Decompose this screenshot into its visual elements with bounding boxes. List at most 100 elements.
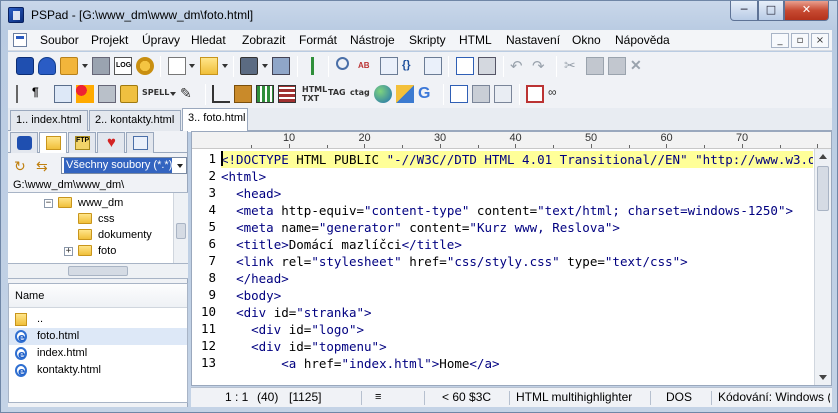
undo-icon[interactable]: ↶ [510,57,528,75]
tab-foto[interactable]: 3.. foto.html [182,108,248,132]
copy-icon[interactable] [586,57,604,75]
pilcrow-icon[interactable]: ¶ [32,85,50,103]
code-line[interactable]: <div id="stranka"> [221,304,813,321]
menu-soubor[interactable]: Soubor [40,33,79,47]
project-dropdown-icon[interactable] [82,64,88,68]
menu-zobrazit[interactable]: Zobrazit [242,33,285,47]
spell-dropdown-icon[interactable] [170,92,176,96]
open-project-icon[interactable] [38,57,56,75]
google-icon[interactable]: G [418,85,436,103]
delete-icon[interactable]: ✕ [630,57,648,75]
scroll-down-arrow-icon[interactable] [819,375,827,380]
collapse-icon[interactable]: − [44,199,53,208]
tree-item-css[interactable]: css [78,211,168,227]
lock-icon[interactable] [120,85,138,103]
open-file-icon[interactable] [200,57,218,75]
ctag-icon[interactable]: ctag [350,88,370,97]
new-file-dropdown-icon[interactable] [189,64,195,68]
panel-tab-project[interactable] [10,132,38,153]
word-wrap-icon[interactable] [54,85,72,103]
code-line[interactable]: <!DOCTYPE HTML PUBLIC "-//W3C//DTD HTML … [221,151,813,168]
save-project-icon[interactable] [60,57,78,75]
menu-html[interactable]: HTML [459,33,492,47]
editor-vertical-scrollbar[interactable] [814,149,831,385]
code-line[interactable]: <title>Domácí mazlíčci</title> [221,236,813,253]
minimize-button[interactable]: ─ [730,1,758,21]
clipboard-icon[interactable] [98,85,116,103]
validator-icon[interactable] [396,85,414,103]
tree-horizontal-scrollbar[interactable] [8,264,188,279]
wrap-indicator-icon[interactable]: ≡ [375,388,381,408]
encoding[interactable]: Kódování: Windows (CP 1250) [718,388,830,408]
panel-tab-clips[interactable] [126,132,154,153]
tab-index[interactable]: 1.. index.html [10,110,88,131]
file-row-index[interactable]: index.html [9,345,187,363]
table-icon[interactable] [256,85,274,103]
menu-nastroje[interactable]: Nástroje [350,33,395,47]
close-project-icon[interactable] [92,57,110,75]
text-tools-icon[interactable]: ✎ [180,85,198,103]
box-icon[interactable] [234,85,252,103]
align-icon[interactable] [16,85,24,103]
color-table-icon[interactable] [278,85,296,103]
code-line[interactable]: <head> [221,185,813,202]
menu-okno[interactable]: Okno [572,33,601,47]
mdi-restore-button[interactable]: ▫ [791,33,809,48]
tag-icon[interactable]: TAG [328,88,346,97]
preview-icon[interactable] [456,57,474,75]
code-line[interactable]: <link rel="stylesheet" href="css/styly.c… [221,253,813,270]
scroll-thumb[interactable] [817,166,829,211]
globe-icon[interactable] [374,85,392,103]
column-header-name[interactable]: Name [9,284,187,308]
mdi-close-button[interactable]: × [811,33,829,48]
find-icon[interactable] [336,57,349,70]
refresh-icon[interactable]: ↻ [14,158,30,174]
save-all-icon[interactable] [272,57,290,75]
goto-line-icon[interactable] [424,57,442,75]
menu-napoveda[interactable]: Nápověda [615,33,670,47]
branch-icon[interactable] [304,57,322,75]
spell-check-icon[interactable]: SPELL [142,88,169,97]
menu-skripty[interactable]: Skripty [409,33,446,47]
settings-gear-icon[interactable] [136,57,154,75]
tree-item-www-dm[interactable]: − www_dm [44,195,164,211]
code-editor[interactable]: 10 20 30 40 50 60 70 1 2 3 4 5 6 7 8 9 10 11 12 13 <!DOCTY… [191,131,832,386]
code-line[interactable]: <a href="index.html">Home</a> [221,355,813,372]
file-row-kontakty[interactable]: kontakty.html [9,362,187,380]
html-to-text-icon[interactable]: HTML TXT [302,85,327,103]
code-line[interactable]: <body> [221,287,813,304]
menu-projekt[interactable]: Projekt [91,33,128,47]
tree-item-foto[interactable]: + foto [64,243,164,259]
tree-item-dokumenty[interactable]: dokumenty [78,227,168,243]
mdi-minimize-button[interactable]: _ [771,33,789,48]
tab-kontakty[interactable]: 2.. kontakty.html [89,110,181,131]
panel-tab-files[interactable] [39,132,67,153]
tree-vertical-scrollbar[interactable] [173,193,188,263]
file-row-parent[interactable]: .. [9,311,187,328]
save-dropdown-icon[interactable] [262,64,268,68]
cut-icon[interactable]: ✂ [564,57,582,75]
panel-tab-favorites[interactable]: ♥ [97,132,125,153]
run-icon[interactable] [450,85,468,103]
code-line[interactable]: <html> [221,168,813,185]
panel-tab-ftp[interactable]: FTP [68,132,96,153]
monitor-icon[interactable] [494,85,512,103]
menu-format[interactable]: Formát [299,33,337,47]
highlight-icon[interactable] [76,85,94,103]
menu-nastaveni[interactable]: Nastavení [506,33,560,47]
paste-icon[interactable] [608,57,626,75]
record-macro-icon[interactable] [526,85,544,103]
pspad-app-icon[interactable] [8,7,24,23]
scroll-up-arrow-icon[interactable] [819,154,827,159]
print-icon[interactable] [478,57,496,75]
scroll-thumb[interactable] [68,266,128,276]
find-files-icon[interactable] [380,57,398,75]
redo-icon[interactable]: ↷ [532,57,550,75]
line-endings[interactable]: DOS [666,388,692,408]
expand-icon[interactable]: + [64,247,73,256]
document-icon[interactable] [472,85,490,103]
document-menu-icon[interactable] [13,33,27,47]
new-file-icon[interactable] [168,57,186,75]
save-icon[interactable] [240,57,258,75]
indent-icon[interactable] [212,85,230,103]
